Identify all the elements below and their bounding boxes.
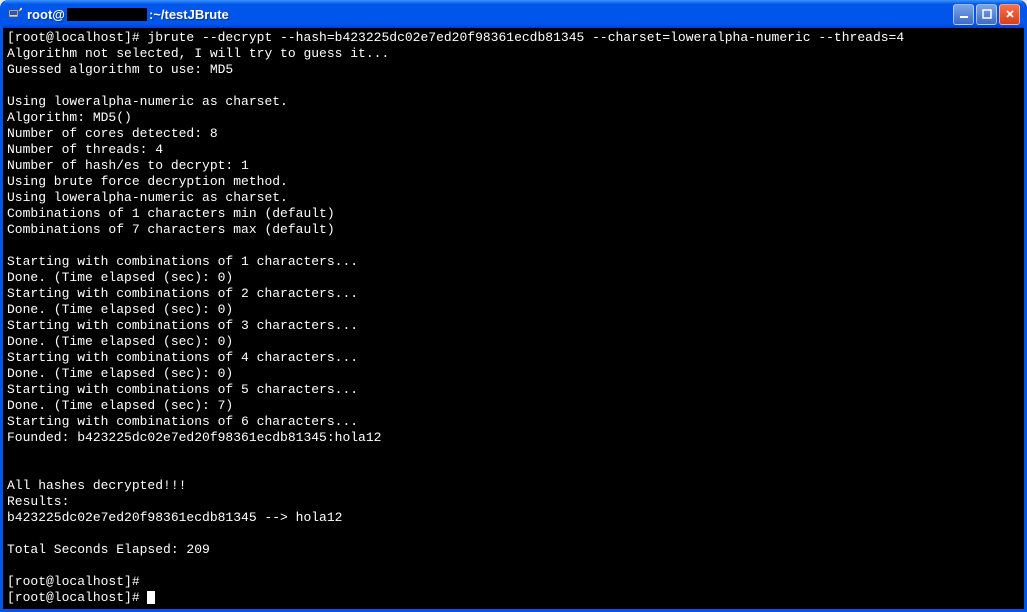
terminal-output-line: Done. (Time elapsed (sec): 7) <box>7 398 1020 414</box>
terminal-output-line: Done. (Time elapsed (sec): 0) <box>7 302 1020 318</box>
terminal-output-line: All hashes decrypted!!! <box>7 478 1020 494</box>
terminal-output-line: Total Seconds Elapsed: 209 <box>7 542 1020 558</box>
terminal-output-line: Starting with combinations of 1 characte… <box>7 254 1020 270</box>
terminal-output-line: Starting with combinations of 5 characte… <box>7 382 1020 398</box>
terminal-output-line <box>7 558 1020 574</box>
terminal-output-line: Done. (Time elapsed (sec): 0) <box>7 334 1020 350</box>
terminal-output-line: Combinations of 1 characters min (defaul… <box>7 206 1020 222</box>
terminal-prompt: [root@localhost]# <box>7 590 1020 606</box>
close-button[interactable] <box>999 4 1020 25</box>
terminal-prompt: [root@localhost]# <box>7 574 1020 590</box>
terminal-area[interactable]: [root@localhost]# jbrute --decrypt --has… <box>3 28 1024 609</box>
terminal-output-line: Using loweralpha-numeric as charset. <box>7 190 1020 206</box>
terminal-output-line: Number of hash/es to decrypt: 1 <box>7 158 1020 174</box>
terminal-output-line <box>7 526 1020 542</box>
terminal-output-line: Guessed algorithm to use: MD5 <box>7 62 1020 78</box>
putty-icon <box>7 6 23 22</box>
terminal-output-line: Number of cores detected: 8 <box>7 126 1020 142</box>
window-title: root@ :~/testJBrute <box>27 7 953 22</box>
terminal-output-line: Using loweralpha-numeric as charset. <box>7 94 1020 110</box>
title-path: :~/testJBrute <box>149 7 229 22</box>
terminal-output-line: Starting with combinations of 3 characte… <box>7 318 1020 334</box>
terminal-output-line: Done. (Time elapsed (sec): 0) <box>7 366 1020 382</box>
maximize-button[interactable] <box>976 4 997 25</box>
terminal-output-line: Founded: b423225dc02e7ed20f98361ecdb8134… <box>7 430 1020 446</box>
terminal-output-line: Results: <box>7 494 1020 510</box>
title-user: root@ <box>27 7 65 22</box>
terminal-output-line: Done. (Time elapsed (sec): 0) <box>7 270 1020 286</box>
titlebar[interactable]: root@ :~/testJBrute <box>3 0 1024 28</box>
terminal-output-line: Algorithm not selected, I will try to gu… <box>7 46 1020 62</box>
terminal-output-line: Starting with combinations of 6 characte… <box>7 414 1020 430</box>
terminal-output-line: Using brute force decryption method. <box>7 174 1020 190</box>
title-host-redacted <box>67 8 147 21</box>
terminal-output-line: Algorithm: MD5() <box>7 110 1020 126</box>
terminal-command-line: [root@localhost]# jbrute --decrypt --has… <box>7 30 1020 46</box>
terminal-output-line: Combinations of 7 characters max (defaul… <box>7 222 1020 238</box>
terminal-output-line: Starting with combinations of 2 characte… <box>7 286 1020 302</box>
terminal-output-line: Number of threads: 4 <box>7 142 1020 158</box>
terminal-output-line <box>7 446 1020 462</box>
window-controls <box>953 4 1020 25</box>
terminal-output-line <box>7 78 1020 94</box>
terminal-output-line <box>7 462 1020 478</box>
ssh-window: root@ :~/testJBrute [root@localhost]# jb… <box>0 0 1027 612</box>
terminal-output-line: b423225dc02e7ed20f98361ecdb81345 --> hol… <box>7 510 1020 526</box>
terminal-output-line <box>7 238 1020 254</box>
minimize-button[interactable] <box>953 4 974 25</box>
terminal-cursor <box>147 591 155 604</box>
terminal-output-line: Starting with combinations of 4 characte… <box>7 350 1020 366</box>
